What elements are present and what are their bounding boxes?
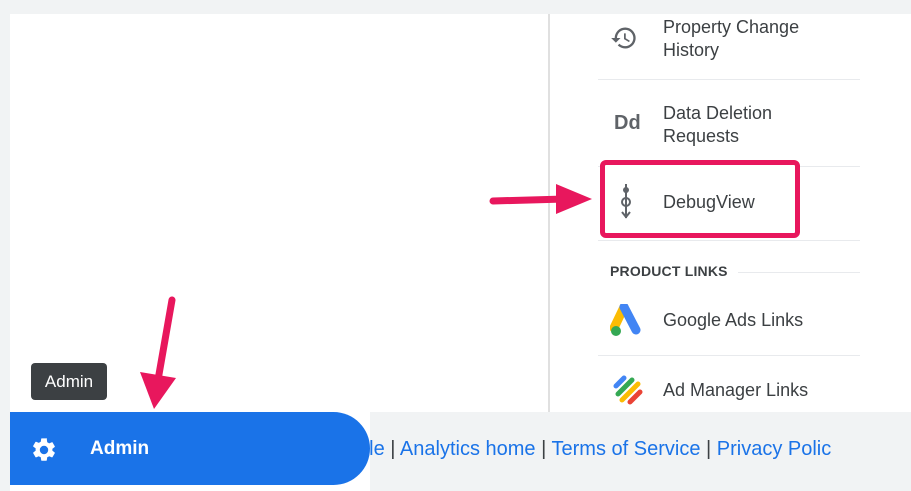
arrow-to-admin (140, 296, 176, 409)
arrow-to-debugview (489, 184, 592, 214)
annotation-arrows (140, 184, 592, 409)
